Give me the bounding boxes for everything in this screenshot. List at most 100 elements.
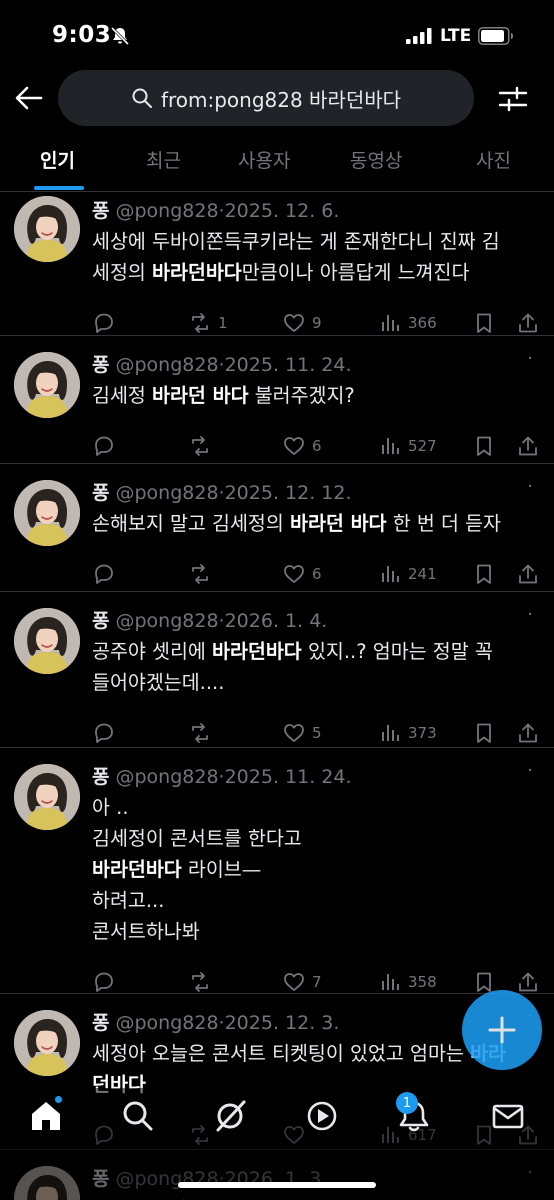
reply-button[interactable]	[92, 559, 116, 589]
like-button[interactable]: 9	[282, 308, 322, 338]
author-name[interactable]: 퐁	[92, 482, 109, 504]
author-handle[interactable]: @pong828	[115, 766, 218, 788]
play-icon	[307, 1101, 337, 1131]
nav-search[interactable]	[120, 1098, 156, 1134]
tab-people[interactable]: 사용자	[238, 146, 290, 173]
tweet-text-line: 세정의 바라던바다만큼이나 아름답게 느껴진다	[92, 257, 542, 288]
retweet-button[interactable]	[188, 967, 218, 997]
nav-home[interactable]	[28, 1098, 64, 1134]
nav-grok[interactable]	[212, 1098, 248, 1134]
views-button[interactable]: 373	[378, 718, 437, 748]
reply-button[interactable]	[92, 718, 116, 748]
tweet-text-line: 바라던바다 라이브—	[92, 854, 542, 885]
tab-latest[interactable]: 최근	[146, 146, 181, 173]
more-options-icon[interactable]: ·	[527, 476, 534, 497]
author-handle[interactable]: @pong828	[115, 200, 218, 222]
highlighted-keyword: 바라던바다	[152, 261, 242, 284]
search-input[interactable]: from:pong828 바라던바다	[58, 70, 474, 126]
tweet[interactable]: 퐁 @pong828·2025. 11. 24. · 아 .. 김세정이 콘서트를 한다…	[0, 748, 554, 994]
like-button[interactable]: 7	[282, 967, 322, 997]
highlighted-keyword: 바라던 바다	[290, 512, 387, 535]
like-count: 5	[312, 724, 322, 742]
tab-videos[interactable]: 동영상	[350, 146, 402, 173]
retweet-button[interactable]	[188, 559, 218, 589]
text-segment: 김세정이 콘서트를 한다고	[92, 827, 302, 850]
avatar[interactable]	[14, 480, 80, 546]
author-name[interactable]: 퐁	[92, 200, 109, 222]
like-button[interactable]: 6	[282, 559, 322, 589]
like-button[interactable]: 5	[282, 718, 322, 748]
author-name[interactable]: 퐁	[92, 610, 109, 632]
active-tab-indicator	[34, 186, 84, 190]
views-icon	[382, 438, 399, 454]
tweet[interactable]: 퐁 @pong828·2025. 12. 12. · 손해보지 말고 김세정의 바라던…	[0, 464, 554, 592]
reply-button[interactable]	[92, 967, 116, 997]
avatar[interactable]	[14, 764, 80, 830]
share-button[interactable]	[516, 967, 540, 997]
share-button[interactable]	[516, 718, 540, 748]
network-type: LTE	[440, 26, 472, 46]
nav-messages[interactable]	[490, 1098, 526, 1134]
reply-button[interactable]	[92, 431, 116, 461]
reply-icon	[95, 436, 113, 456]
bookmark-button[interactable]	[472, 718, 496, 748]
share-button[interactable]	[516, 308, 540, 338]
more-options-icon[interactable]: ·	[527, 348, 534, 369]
author-handle[interactable]: @pong828	[115, 354, 218, 376]
tweet-actions: 1 9 366	[92, 308, 542, 338]
like-icon	[284, 314, 304, 332]
tab-top[interactable]: 인기	[40, 146, 75, 173]
text-segment: 손해보지 말고 김세정의	[92, 512, 290, 535]
author-handle[interactable]: @pong828	[115, 1012, 218, 1034]
filter-icon[interactable]	[498, 84, 528, 114]
highlighted-keyword: 바라던바다	[212, 640, 302, 663]
tweet-date[interactable]: 2025. 12. 3.	[225, 1012, 340, 1034]
author-name[interactable]: 퐁	[92, 354, 109, 376]
bookmark-button[interactable]	[472, 308, 496, 338]
views-button[interactable]: 527	[378, 431, 437, 461]
tweet-date[interactable]: 2025. 11. 24.	[225, 766, 352, 788]
avatar[interactable]	[14, 608, 80, 674]
share-button[interactable]	[516, 559, 540, 589]
back-arrow-icon[interactable]	[14, 84, 44, 112]
views-button[interactable]: 358	[378, 967, 437, 997]
retweet-button[interactable]: 1	[188, 308, 228, 338]
tweet[interactable]: 퐁 @pong828·2025. 11. 24. · 김세정 바라던 바다 불러주겠지…	[0, 336, 554, 464]
tweet-date[interactable]: 2026. 1. 4.	[225, 610, 328, 632]
like-count: 9	[312, 314, 322, 332]
author-name[interactable]: 퐁	[92, 1012, 109, 1034]
views-button[interactable]: 241	[378, 559, 437, 589]
more-options-icon[interactable]: ·	[527, 760, 534, 781]
avatar[interactable]	[14, 352, 80, 418]
notification-badge: 1	[396, 1092, 418, 1114]
tweet-date[interactable]: 2025. 11. 24.	[225, 354, 352, 376]
author-handle[interactable]: @pong828	[115, 482, 218, 504]
tweet-text: 공주야 셋리에 바라던바다 있지..? 엄마는 정말 꼭 들어야겠는데....	[92, 636, 542, 698]
like-button[interactable]: 6	[282, 431, 322, 461]
tweet-date[interactable]: 2025. 12. 6.	[225, 200, 340, 222]
retweet-icon	[192, 436, 208, 456]
bookmark-button[interactable]	[472, 559, 496, 589]
compose-button[interactable]	[462, 990, 542, 1070]
avatar-photo	[14, 196, 80, 262]
tweet-date[interactable]: 2025. 12. 12.	[225, 482, 352, 504]
avatar[interactable]	[14, 196, 80, 262]
tweet-text-line: 하려고...	[92, 885, 542, 916]
author-handle[interactable]: @pong828	[115, 610, 218, 632]
avatar-photo	[14, 1010, 80, 1076]
retweet-icon	[192, 972, 208, 992]
share-button[interactable]	[516, 431, 540, 461]
more-options-icon[interactable]: ·	[527, 604, 534, 625]
avatar[interactable]	[14, 1010, 80, 1076]
tab-photos[interactable]: 사진	[476, 146, 511, 173]
author-name[interactable]: 퐁	[92, 766, 109, 788]
reply-button[interactable]	[92, 308, 116, 338]
reply-icon	[95, 564, 113, 584]
nav-video[interactable]	[304, 1098, 340, 1134]
retweet-button[interactable]	[188, 718, 218, 748]
tweet[interactable]: 퐁 @pong828·2025. 12. 6. 세상에 두바이쫀득쿠키라는 게 존재…	[0, 192, 554, 336]
tweet[interactable]: 퐁 @pong828·2026. 1. 4. · 공주야 셋리에 바라던바다 있지..…	[0, 592, 554, 748]
views-button[interactable]: 366	[378, 308, 437, 338]
bookmark-button[interactable]	[472, 431, 496, 461]
retweet-button[interactable]	[188, 431, 218, 461]
